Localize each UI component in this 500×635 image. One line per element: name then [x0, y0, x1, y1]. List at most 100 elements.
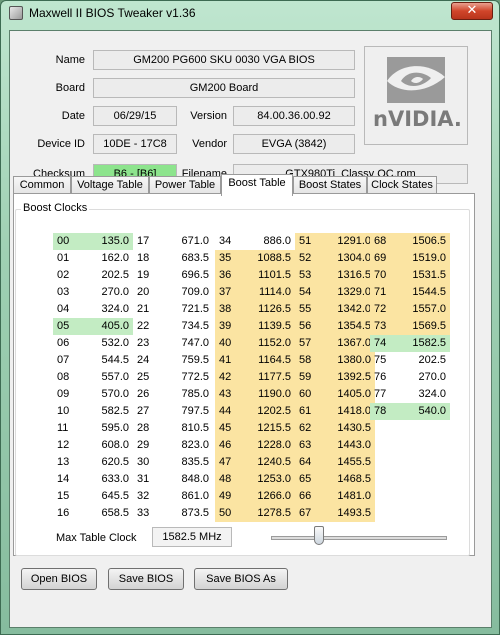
boost-value-03[interactable]: 270.0	[87, 284, 133, 301]
boost-value-02[interactable]: 202.5	[87, 267, 133, 284]
boost-value-12[interactable]: 608.0	[87, 437, 133, 454]
boost-value-45[interactable]: 1215.5	[249, 420, 295, 437]
boost-value-43[interactable]: 1190.0	[249, 386, 295, 403]
boost-value-64[interactable]: 1455.5	[329, 454, 375, 471]
boost-value-40[interactable]: 1152.0	[249, 335, 295, 352]
boost-value-49[interactable]: 1266.0	[249, 488, 295, 505]
boost-value-46[interactable]: 1228.0	[249, 437, 295, 454]
boost-value-38[interactable]: 1126.5	[249, 301, 295, 318]
title-bar[interactable]: Maxwell II BIOS Tweaker v1.36 ✕	[1, 1, 499, 25]
boost-value-14[interactable]: 633.0	[87, 471, 133, 488]
boost-value-29[interactable]: 823.0	[167, 437, 213, 454]
boost-value-73[interactable]: 1569.5	[404, 318, 450, 335]
boost-value-18[interactable]: 683.5	[167, 250, 213, 267]
boost-value-10[interactable]: 582.5	[87, 403, 133, 420]
boost-value-70[interactable]: 1531.5	[404, 267, 450, 284]
boost-value-54[interactable]: 1329.0	[329, 284, 375, 301]
boost-value-69[interactable]: 1519.0	[404, 250, 450, 267]
boost-value-71[interactable]: 1544.5	[404, 284, 450, 301]
boost-index-68: 68	[370, 233, 404, 250]
close-button[interactable]: ✕	[451, 2, 493, 20]
boost-value-04[interactable]: 324.0	[87, 301, 133, 318]
boost-index-02: 02	[57, 269, 70, 281]
boost-value-59[interactable]: 1392.5	[329, 369, 375, 386]
boost-value-09[interactable]: 570.0	[87, 386, 133, 403]
boost-value-48[interactable]: 1253.0	[249, 471, 295, 488]
boost-index-21: 21	[137, 303, 150, 315]
clock-slider-thumb[interactable]	[313, 526, 324, 545]
boost-value-23[interactable]: 747.0	[167, 335, 213, 352]
boost-value-16[interactable]: 658.5	[87, 505, 133, 522]
boost-value-11[interactable]: 595.0	[87, 420, 133, 437]
boost-index-16: 16	[57, 507, 70, 519]
boost-value-28[interactable]: 810.5	[167, 420, 213, 437]
boost-value-67[interactable]: 1493.5	[329, 505, 375, 522]
boost-value-68[interactable]: 1506.5	[404, 233, 450, 250]
boost-value-36[interactable]: 1101.5	[249, 267, 295, 284]
boost-value-61[interactable]: 1418.0	[329, 403, 375, 420]
device-id-field: 10DE - 17C8	[93, 134, 177, 154]
boost-value-05[interactable]: 405.0	[87, 318, 133, 335]
boost-value-52[interactable]: 1304.0	[329, 250, 375, 267]
boost-value-34[interactable]: 886.0	[249, 233, 295, 250]
boost-value-58[interactable]: 1380.0	[329, 352, 375, 369]
boost-value-31[interactable]: 848.0	[167, 471, 213, 488]
boost-value-13[interactable]: 620.5	[87, 454, 133, 471]
boost-value-41[interactable]: 1164.5	[249, 352, 295, 369]
clock-slider-track[interactable]	[271, 536, 447, 540]
max-table-clock-field: 1582.5 MHz	[152, 527, 232, 547]
boost-index-65: 65	[295, 471, 329, 488]
boost-value-56[interactable]: 1354.5	[329, 318, 375, 335]
boost-value-06[interactable]: 532.0	[87, 335, 133, 352]
boost-value-21[interactable]: 721.5	[167, 301, 213, 318]
boost-value-57[interactable]: 1367.0	[329, 335, 375, 352]
boost-value-32[interactable]: 861.0	[167, 488, 213, 505]
boost-value-63[interactable]: 1443.0	[329, 437, 375, 454]
boost-value-77[interactable]: 324.0	[404, 386, 450, 403]
boost-value-27[interactable]: 797.5	[167, 403, 213, 420]
boost-value-76[interactable]: 270.0	[404, 369, 450, 386]
boost-value-01[interactable]: 162.0	[87, 250, 133, 267]
boost-index-14: 14	[57, 473, 70, 485]
boost-value-33[interactable]: 873.5	[167, 505, 213, 522]
boost-value-42[interactable]: 1177.5	[249, 369, 295, 386]
boost-value-26[interactable]: 785.0	[167, 386, 213, 403]
boost-index-18: 18	[137, 252, 150, 264]
open-bios-button[interactable]: Open BIOS	[21, 568, 97, 590]
boost-value-66[interactable]: 1481.0	[329, 488, 375, 505]
boost-value-15[interactable]: 645.5	[87, 488, 133, 505]
boost-value-35[interactable]: 1088.5	[249, 250, 295, 267]
save-bios-button[interactable]: Save BIOS	[108, 568, 184, 590]
boost-value-60[interactable]: 1405.0	[329, 386, 375, 403]
boost-value-39[interactable]: 1139.5	[249, 318, 295, 335]
boost-value-62[interactable]: 1430.5	[329, 420, 375, 437]
boost-value-72[interactable]: 1557.0	[404, 301, 450, 318]
boost-index-47: 47	[215, 454, 249, 471]
boost-value-51[interactable]: 1291.0	[329, 233, 375, 250]
boost-value-25[interactable]: 772.5	[167, 369, 213, 386]
boost-value-08[interactable]: 557.0	[87, 369, 133, 386]
boost-value-17[interactable]: 671.0	[167, 233, 213, 250]
boost-value-75[interactable]: 202.5	[404, 352, 450, 369]
boost-value-74[interactable]: 1582.5	[404, 335, 450, 352]
boost-value-07[interactable]: 544.5	[87, 352, 133, 369]
boost-value-24[interactable]: 759.5	[167, 352, 213, 369]
boost-value-22[interactable]: 734.5	[167, 318, 213, 335]
boost-value-20[interactable]: 709.0	[167, 284, 213, 301]
tab-boost-table[interactable]: Boost Table	[221, 174, 293, 196]
boost-value-19[interactable]: 696.5	[167, 267, 213, 284]
boost-value-30[interactable]: 835.5	[167, 454, 213, 471]
boost-value-50[interactable]: 1278.5	[249, 505, 295, 522]
boost-index-73: 73	[370, 318, 404, 335]
boost-value-53[interactable]: 1316.5	[329, 267, 375, 284]
boost-value-55[interactable]: 1342.0	[329, 301, 375, 318]
boost-value-78[interactable]: 540.0	[404, 403, 450, 420]
boost-value-65[interactable]: 1468.5	[329, 471, 375, 488]
boost-value-47[interactable]: 1240.5	[249, 454, 295, 471]
boost-value-00[interactable]: 135.0	[87, 233, 133, 250]
boost-value-44[interactable]: 1202.5	[249, 403, 295, 420]
save-bios-as-button[interactable]: Save BIOS As	[194, 568, 288, 590]
boost-index-55: 55	[295, 301, 329, 318]
boost-index-07: 07	[57, 354, 70, 366]
boost-value-37[interactable]: 1114.0	[249, 284, 295, 301]
